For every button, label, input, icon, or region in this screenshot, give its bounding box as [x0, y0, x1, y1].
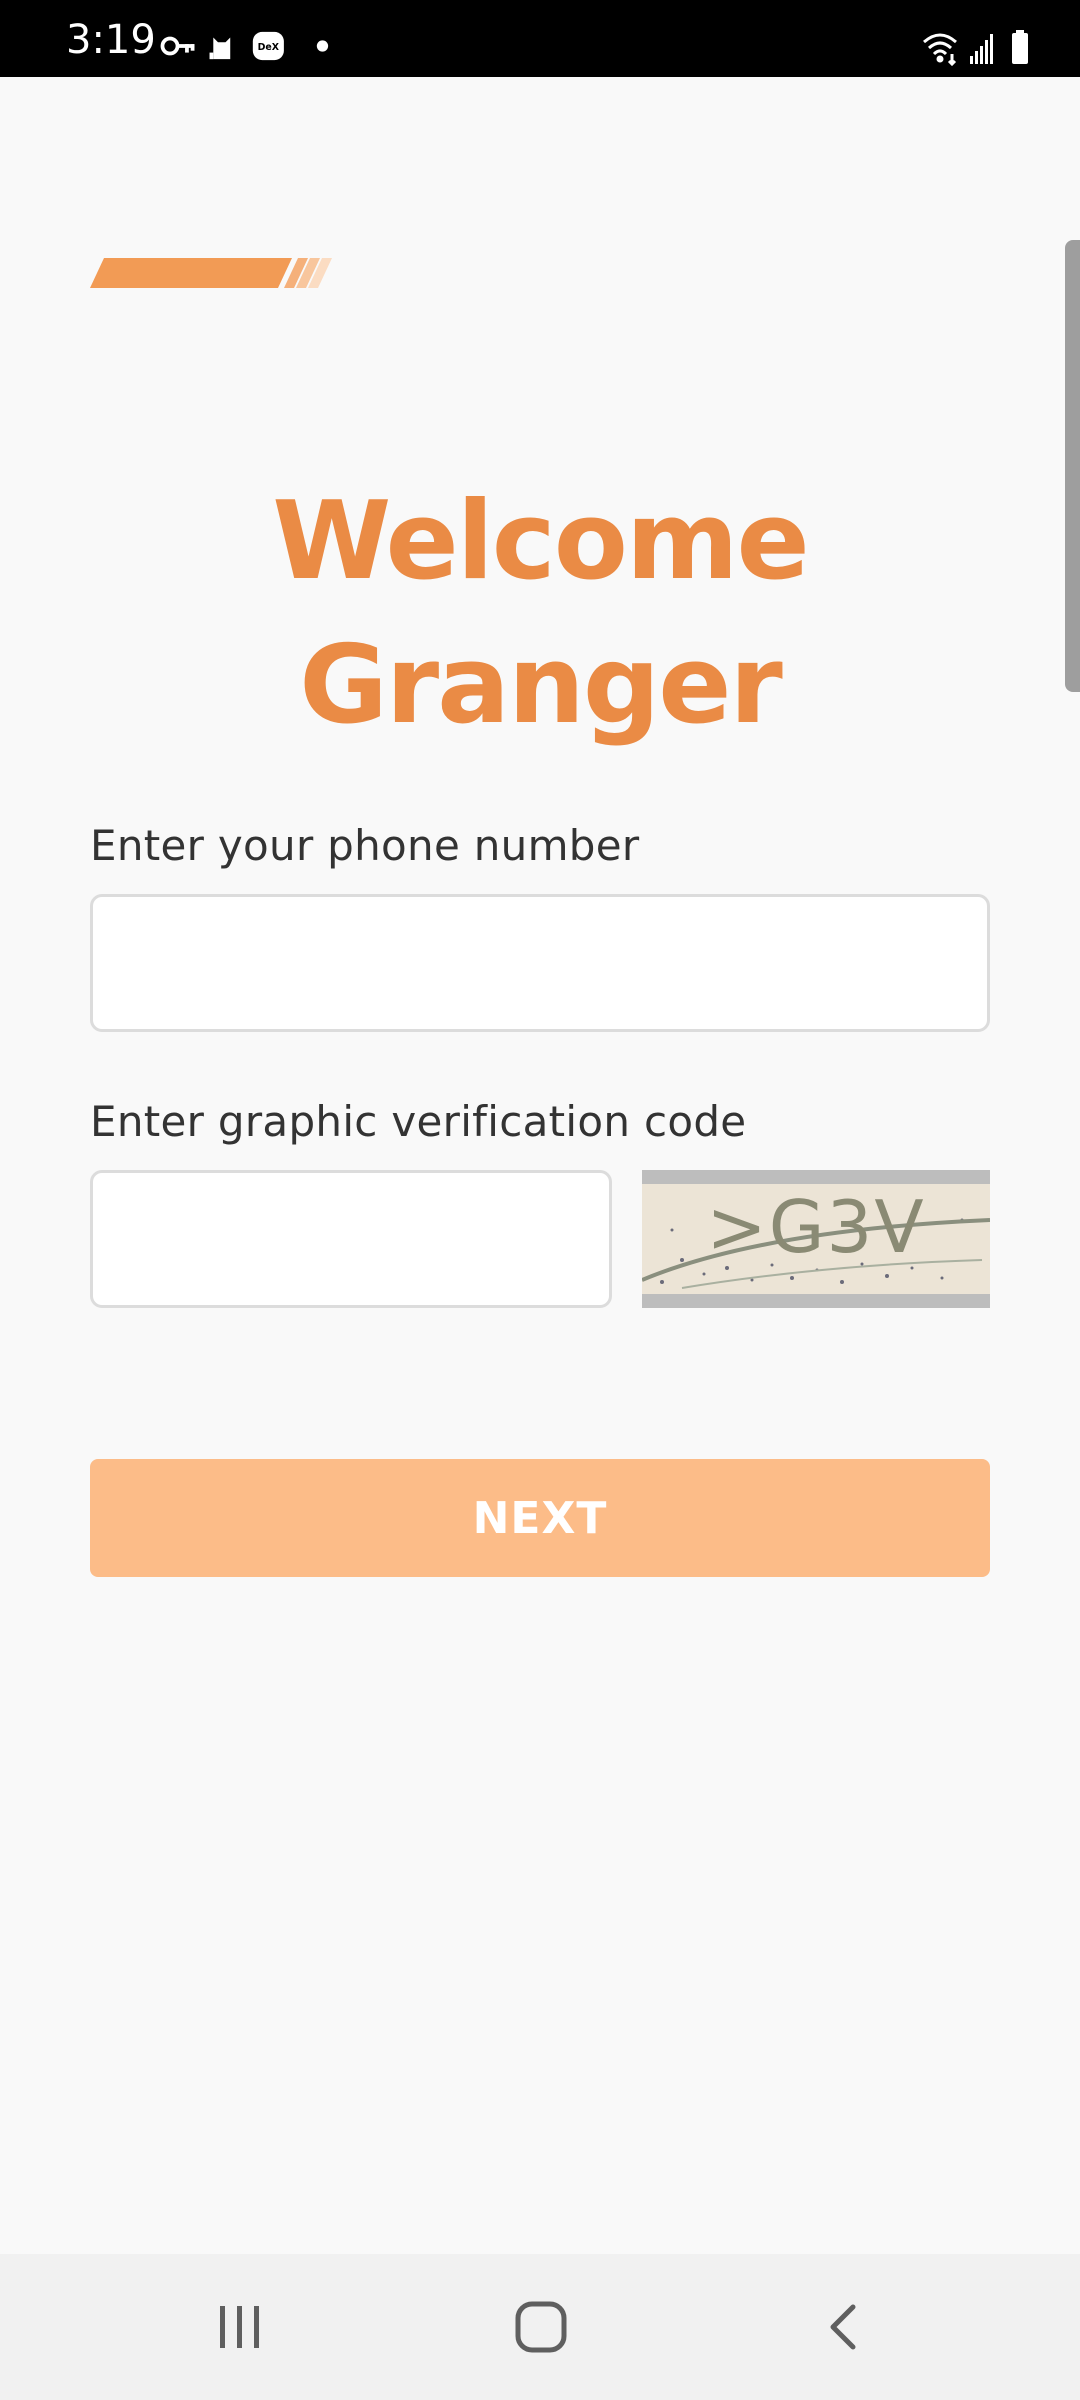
- verification-code-label: Enter graphic verification code: [90, 1097, 747, 1146]
- recents-button[interactable]: [140, 2254, 340, 2400]
- signal-icon: [970, 34, 993, 64]
- welcome-title: Welcome Granger: [0, 470, 1080, 758]
- captcha-image[interactable]: >G3V: [642, 1170, 990, 1308]
- next-button[interactable]: NEXT: [90, 1459, 990, 1577]
- dot-icon: [316, 40, 329, 52]
- status-left-icons: DeX: [160, 31, 329, 61]
- home-button[interactable]: [441, 2254, 641, 2400]
- dex-icon: DeX: [252, 31, 284, 61]
- back-icon: [830, 2304, 856, 2350]
- user-name: Granger: [299, 623, 783, 748]
- dex-label: DeX: [258, 42, 280, 53]
- verification-code-input[interactable]: [90, 1170, 612, 1308]
- back-button[interactable]: [742, 2254, 942, 2400]
- status-right-icons: [923, 30, 1028, 66]
- status-time: 3:19: [66, 17, 156, 63]
- battery-icon: [1012, 30, 1028, 64]
- recents-icon: [220, 2306, 259, 2348]
- captcha-text: >G3V: [706, 1185, 925, 1269]
- brand-logo: [90, 258, 332, 288]
- key-icon: [160, 36, 195, 56]
- phone-input[interactable]: [90, 894, 990, 1032]
- wifi-icon: [923, 33, 957, 66]
- status-bar: 3:19 DeX: [0, 0, 1080, 77]
- cat-icon: [209, 37, 231, 60]
- welcome-line: Welcome: [272, 479, 810, 604]
- home-icon: [515, 2301, 567, 2353]
- navigation-bar: [0, 2254, 1080, 2400]
- phone-label: Enter your phone number: [90, 821, 640, 870]
